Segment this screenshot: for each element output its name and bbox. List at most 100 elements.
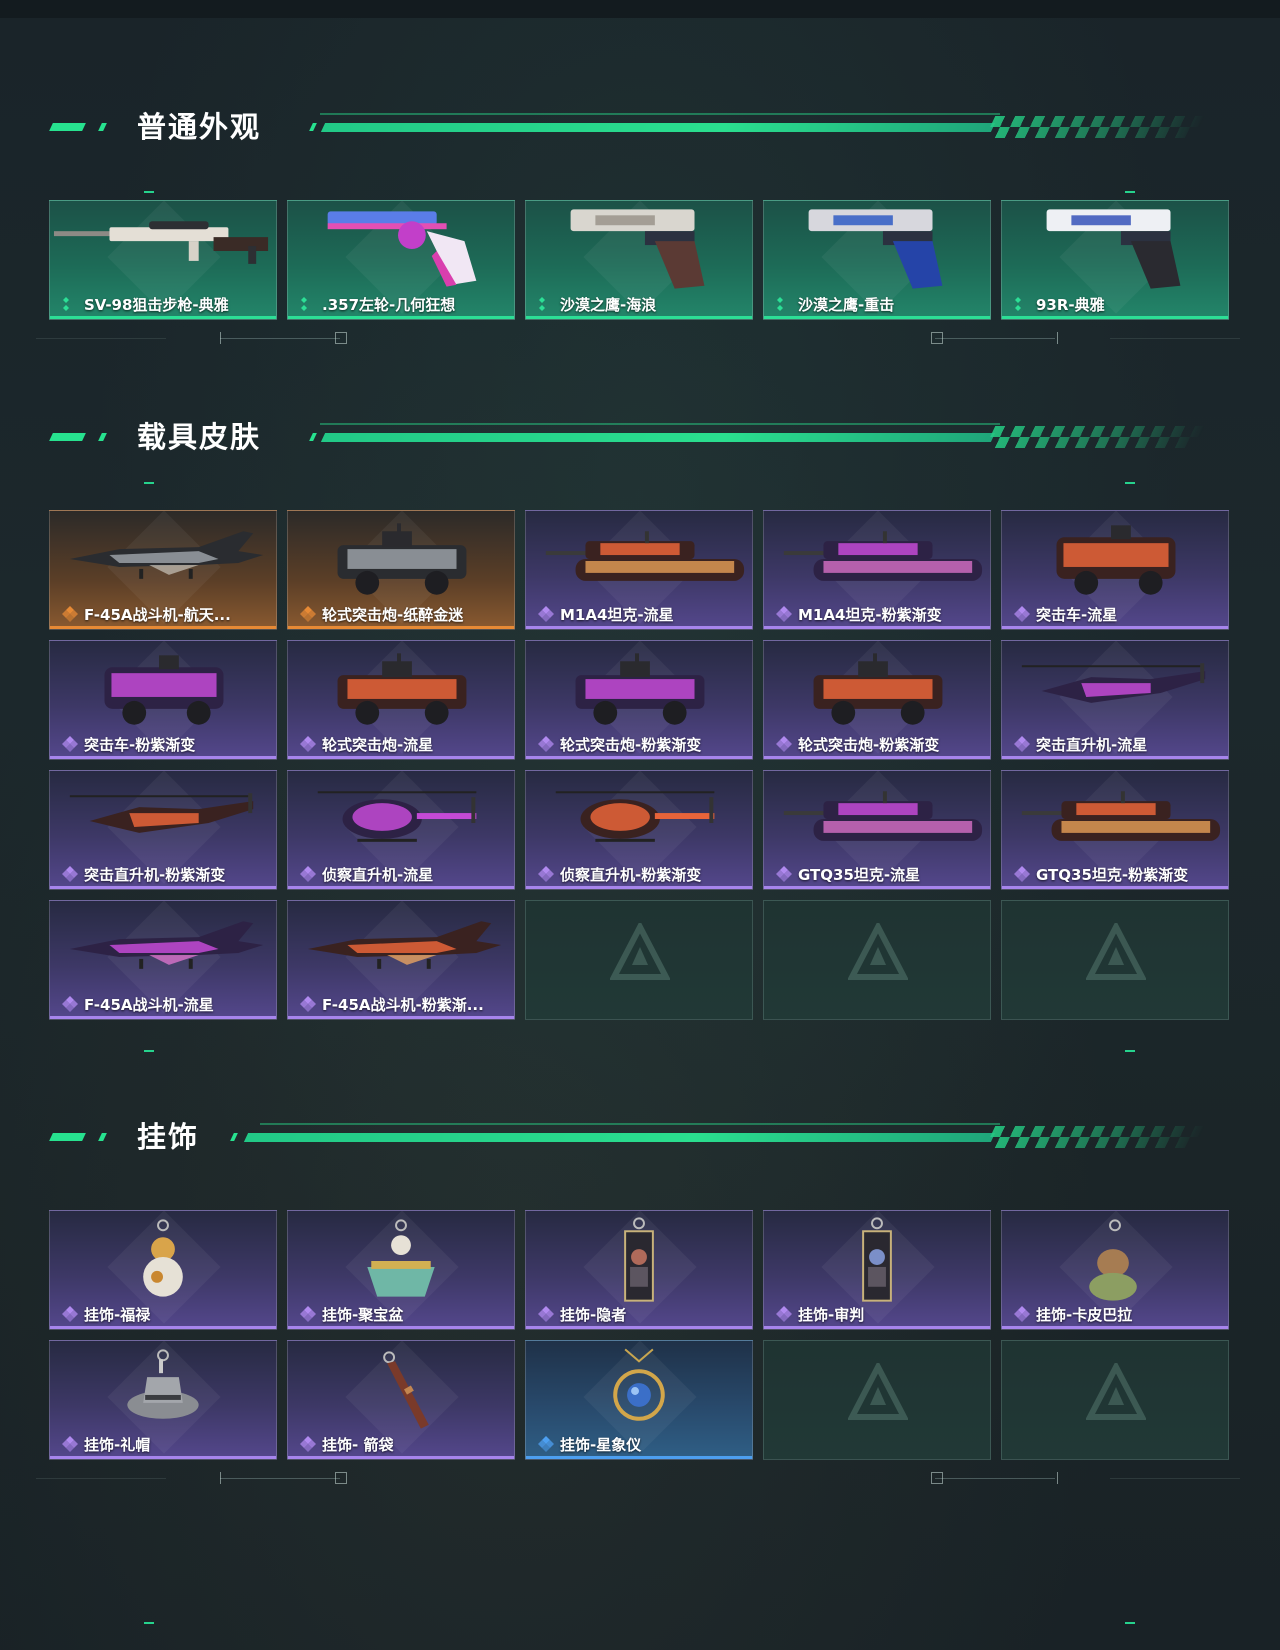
rarity-bar (526, 1326, 752, 1329)
item-card[interactable]: 93R-典雅 (1001, 200, 1229, 320)
corner-dash (1125, 482, 1135, 484)
rarity-bar (50, 316, 276, 319)
item-label: 轮式突击炮-纸醉金迷 (322, 606, 464, 624)
header-tick (49, 1133, 86, 1141)
divider-square (931, 1472, 943, 1484)
header-tick (309, 123, 317, 131)
header-bar (243, 1133, 996, 1142)
item-label: F-45A战斗机-航天... (84, 606, 231, 624)
rarity-bar (50, 626, 276, 629)
rarity-bar (50, 1326, 276, 1329)
divider-line (1110, 1478, 1240, 1479)
item-label: 突击直升机-流星 (1036, 736, 1148, 754)
item-card[interactable]: 轮式突击炮-粉紫渐变 (525, 640, 753, 760)
rarity-bar (1002, 886, 1228, 889)
rarity-bar (1002, 1326, 1228, 1329)
item-label: F-45A战斗机-流星 (84, 996, 214, 1014)
rarity-bar (764, 756, 990, 759)
item-card[interactable]: GTQ35坦克-粉紫渐变 (1001, 770, 1229, 890)
section-header-vehicles: 载具皮肤 (0, 412, 1280, 462)
item-label: GTQ35坦克-粉紫渐变 (1036, 866, 1189, 884)
item-card[interactable]: 挂饰-卡皮巴拉 (1001, 1210, 1229, 1330)
item-label: 侦察直升机-粉紫渐变 (560, 866, 702, 884)
item-card[interactable]: 突击直升机-粉紫渐变 (49, 770, 277, 890)
item-card[interactable]: SV-98狙击步枪-典雅 (49, 200, 277, 320)
section-header-charms: 挂饰 (0, 1112, 1280, 1162)
item-card[interactable]: F-45A战斗机-流星 (49, 900, 277, 1020)
rarity-bar (526, 1456, 752, 1459)
item-card[interactable]: 挂饰- 箭袋 (287, 1340, 515, 1460)
item-card[interactable]: M1A4坦克-流星 (525, 510, 753, 630)
section-header-weapons: 普通外观 (0, 102, 1280, 152)
item-label: 沙漠之鹰-海浪 (560, 296, 657, 314)
rarity-bar (288, 1326, 514, 1329)
item-card[interactable]: 侦察直升机-流星 (287, 770, 515, 890)
rarity-bar (50, 756, 276, 759)
item-card[interactable]: 挂饰-福禄 (49, 1210, 277, 1330)
divider-line (220, 338, 340, 339)
item-card[interactable]: 突击车-粉紫渐变 (49, 640, 277, 760)
item-card[interactable]: 轮式突击炮-粉紫渐变 (763, 640, 991, 760)
header-bar (320, 433, 996, 442)
header-thin-line (260, 1123, 1000, 1125)
item-card[interactable]: 沙漠之鹰-海浪 (525, 200, 753, 320)
item-card[interactable]: M1A4坦克-粉紫渐变 (763, 510, 991, 630)
empty-slot (763, 900, 991, 1020)
item-card[interactable]: 轮式突击炮-流星 (287, 640, 515, 760)
header-tick (230, 1133, 238, 1141)
item-label: 沙漠之鹰-重击 (798, 296, 895, 314)
item-label: F-45A战斗机-粉紫渐... (322, 996, 484, 1014)
corner-dash (144, 1622, 154, 1624)
item-card[interactable]: 挂饰-审判 (763, 1210, 991, 1330)
rarity-bar (288, 886, 514, 889)
divider-line (1110, 338, 1240, 339)
divider-square (931, 332, 943, 344)
rarity-bar (764, 1326, 990, 1329)
rarity-bar (764, 626, 990, 629)
item-card[interactable]: 挂饰-礼帽 (49, 1340, 277, 1460)
item-label: 轮式突击炮-粉紫渐变 (798, 736, 940, 754)
item-card[interactable]: F-45A战斗机-航天... (49, 510, 277, 630)
item-card[interactable]: 突击直升机-流星 (1001, 640, 1229, 760)
empty-slot (763, 1340, 991, 1460)
header-checker-pattern (984, 1126, 1206, 1148)
header-thin-line (320, 423, 1000, 425)
header-bar (320, 123, 996, 132)
header-checker-pattern (984, 426, 1206, 448)
section-title: 挂饰 (137, 1120, 200, 1154)
item-label: 93R-典雅 (1036, 296, 1105, 314)
divider-tick (220, 332, 221, 344)
corner-dash (144, 482, 154, 484)
item-label: 轮式突击炮-流星 (322, 736, 434, 754)
item-label: GTQ35坦克-流星 (798, 866, 921, 884)
item-card[interactable]: 突击车-流星 (1001, 510, 1229, 630)
item-label: 挂饰-聚宝盆 (322, 1306, 404, 1324)
item-label: 轮式突击炮-粉紫渐变 (560, 736, 702, 754)
header-checker-pattern (984, 116, 1206, 138)
item-label: 挂饰-星象仪 (560, 1436, 642, 1454)
header-tick (309, 433, 317, 441)
item-card[interactable]: 轮式突击炮-纸醉金迷 (287, 510, 515, 630)
item-card[interactable]: .357左轮-几何狂想 (287, 200, 515, 320)
rarity-bar (288, 316, 514, 319)
item-label: .357左轮-几何狂想 (322, 296, 456, 314)
item-card[interactable]: 挂饰-隐者 (525, 1210, 753, 1330)
empty-slot (525, 900, 753, 1020)
divider-line (36, 338, 166, 339)
divider-tick (220, 1472, 221, 1484)
item-card[interactable]: 侦察直升机-粉紫渐变 (525, 770, 753, 890)
item-card[interactable]: 挂饰-聚宝盆 (287, 1210, 515, 1330)
item-card[interactable]: F-45A战斗机-粉紫渐... (287, 900, 515, 1020)
divider-tick (1057, 1472, 1058, 1484)
item-card[interactable]: GTQ35坦克-流星 (763, 770, 991, 890)
item-card[interactable]: 沙漠之鹰-重击 (763, 200, 991, 320)
rarity-bar (50, 886, 276, 889)
divider-square (335, 1472, 347, 1484)
item-label: M1A4坦克-粉紫渐变 (798, 606, 942, 624)
rarity-bar (1002, 756, 1228, 759)
rarity-bar (526, 886, 752, 889)
weapons-grid: SV-98狙击步枪-典雅 .357左轮-几何狂想 沙漠之鹰-海浪 沙漠之鹰-重击 93R… (49, 200, 1229, 320)
divider-line (935, 1478, 1055, 1479)
empty-slot (1001, 900, 1229, 1020)
item-card[interactable]: 挂饰-星象仪 (525, 1340, 753, 1460)
